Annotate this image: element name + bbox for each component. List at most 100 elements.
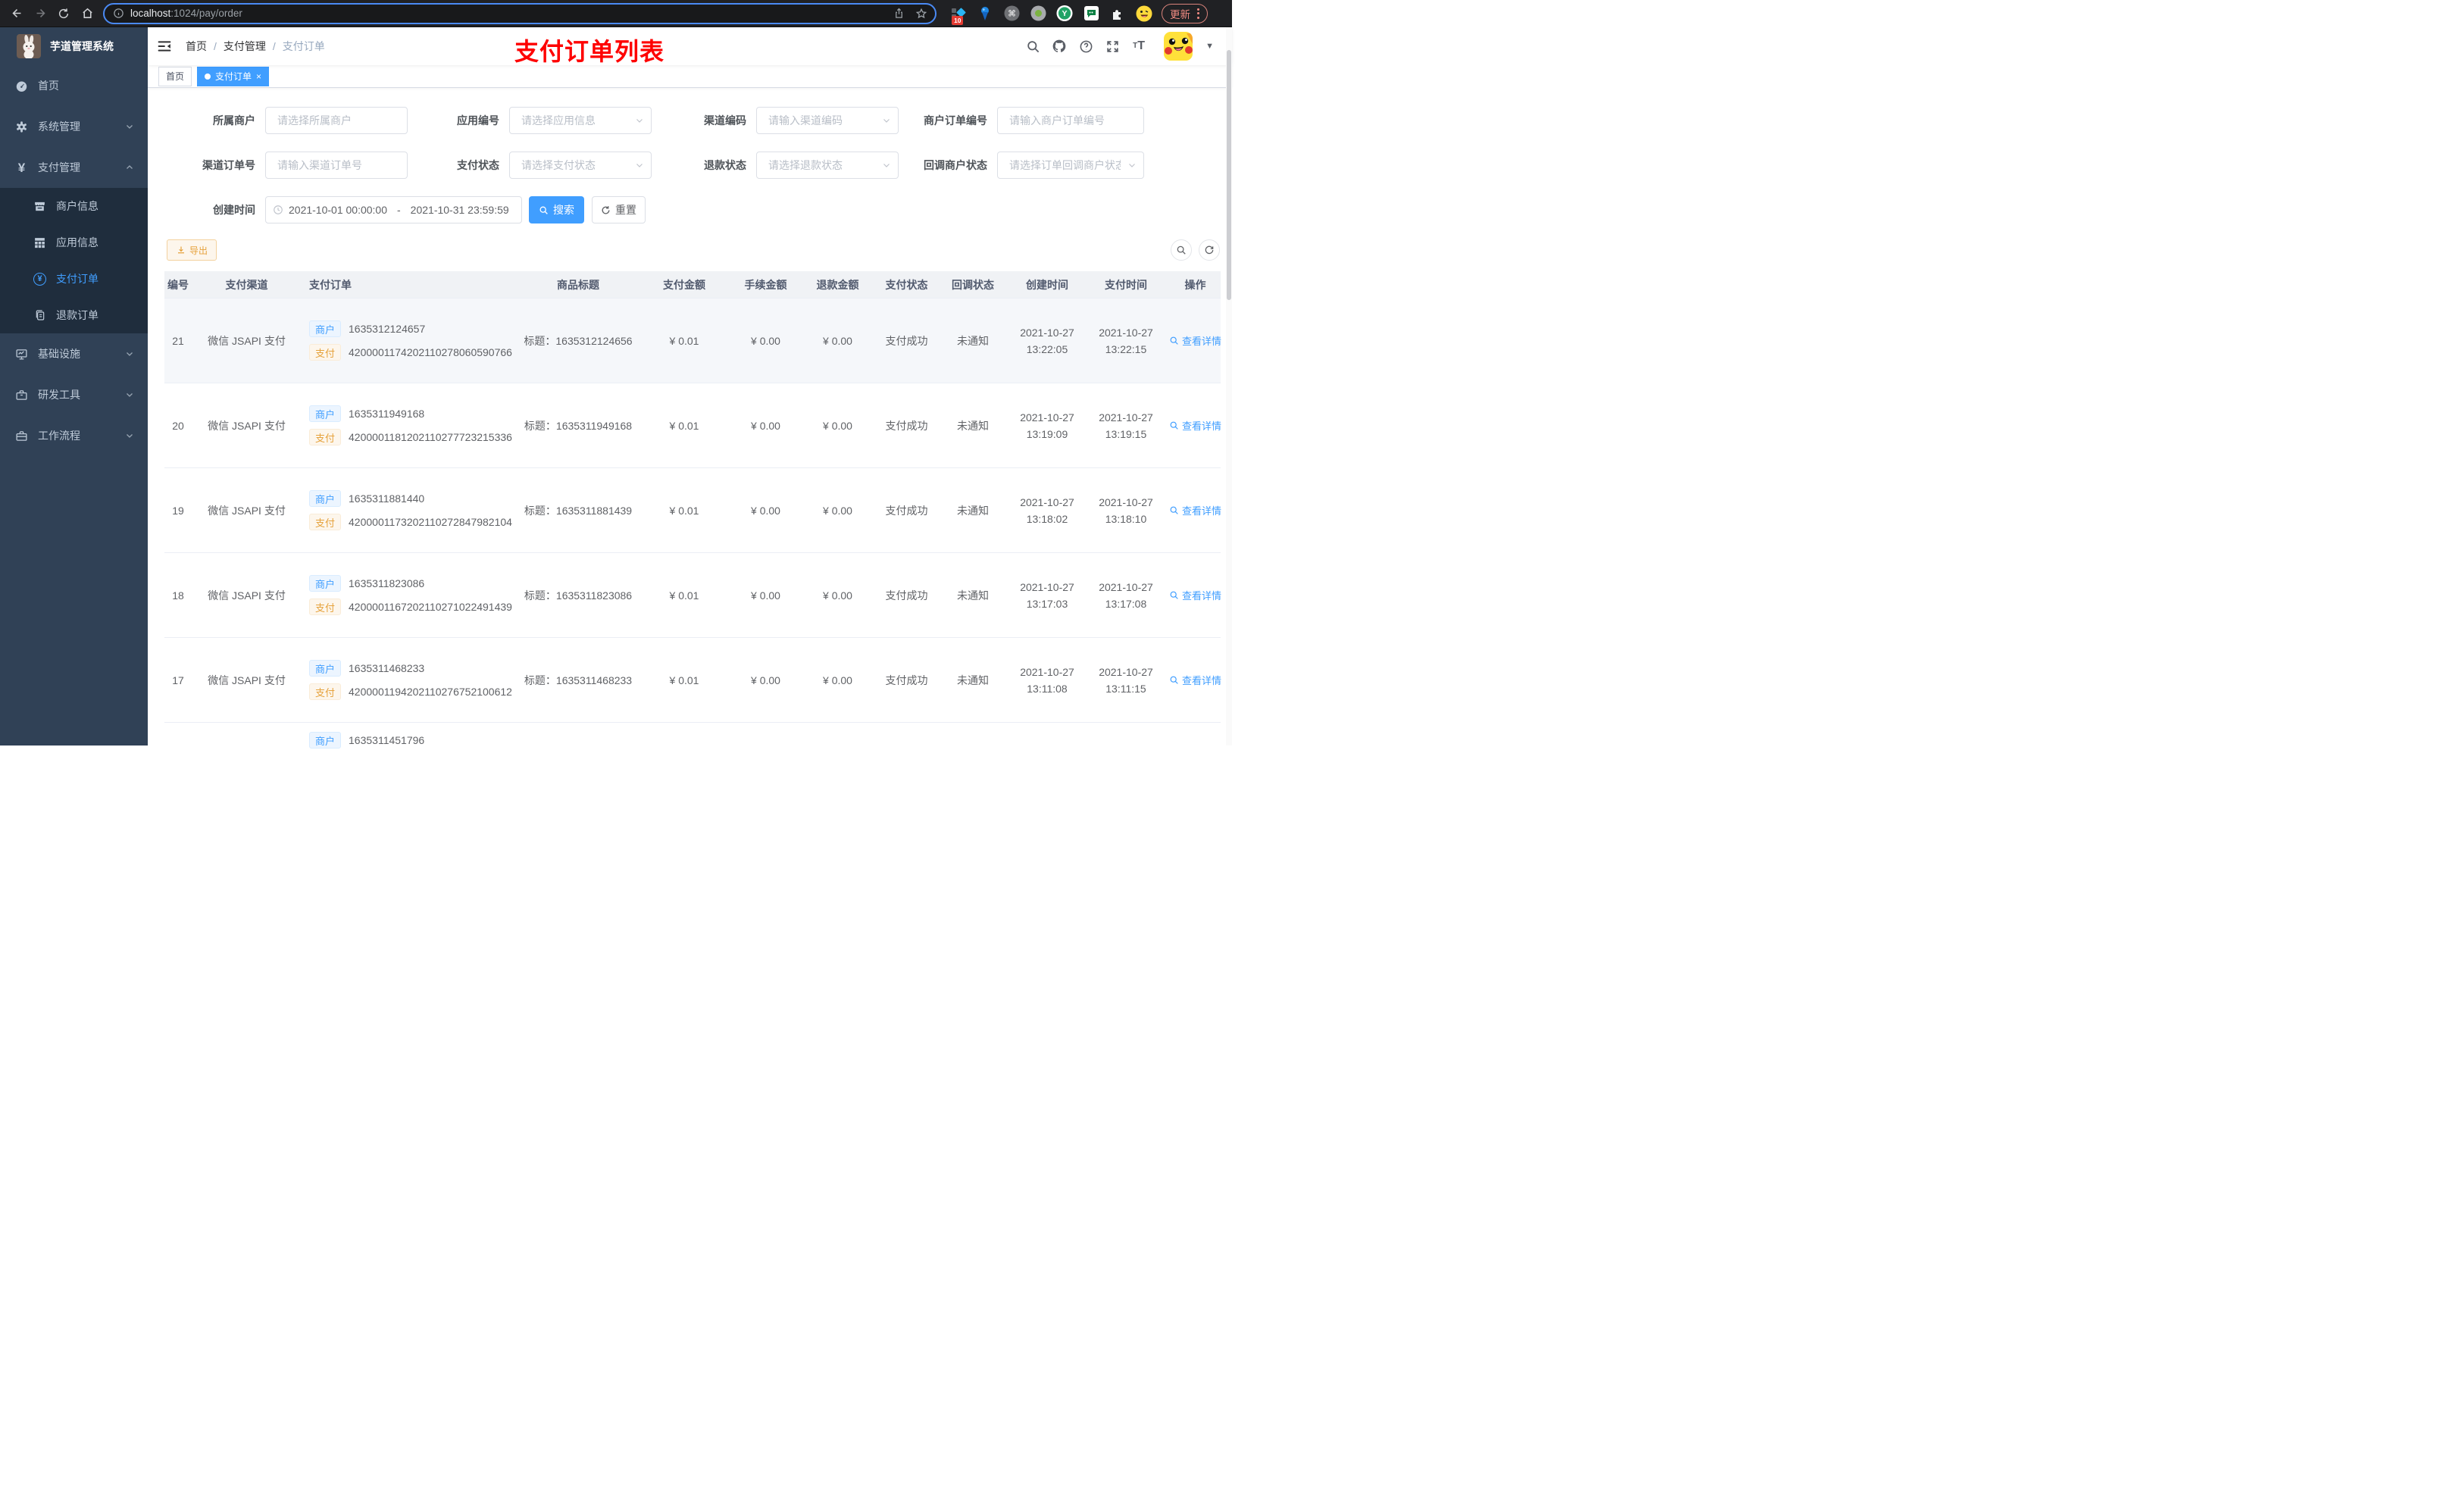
extensions-area: 10 ⌘ Y xyxy=(950,5,1152,25)
cell-status: 支付成功 xyxy=(885,334,928,347)
breadcrumb-home[interactable]: 首页 xyxy=(186,39,207,54)
url-bar[interactable]: localhost:1024/pay/order xyxy=(103,2,937,24)
sidebar-toggle-icon[interactable] xyxy=(157,39,172,54)
range-end-value: 2021-10-31 23:59:59 xyxy=(410,204,509,216)
sidebar-item-dev-tools[interactable]: 研发工具 xyxy=(0,374,148,415)
export-button[interactable]: 导出 xyxy=(167,239,217,261)
sidebar-item-workflow[interactable]: 工作流程 xyxy=(0,415,148,456)
help-icon[interactable] xyxy=(1078,39,1093,54)
cell-created: 2021-10-27 13:18:02 xyxy=(1020,495,1074,525)
extension-chat-icon[interactable] xyxy=(1083,5,1099,22)
pay-tag: 支付 xyxy=(309,599,342,615)
channel-order-no-label: 渠道订单号 xyxy=(202,159,255,171)
view-detail-link[interactable]: 查看详情 xyxy=(1169,333,1221,348)
view-detail-link[interactable]: 查看详情 xyxy=(1169,503,1221,517)
cell-channel: 微信 JSAPI 支付 xyxy=(208,504,286,517)
col-refund: 退款金额 xyxy=(816,278,859,291)
view-detail-link[interactable]: 查看详情 xyxy=(1169,418,1221,433)
tabs-bar: 首页 支付订单 × xyxy=(148,65,1232,88)
cell-created: 2021-10-27 13:22:05 xyxy=(1020,326,1074,355)
col-fee: 手续金额 xyxy=(744,278,787,291)
scrollbar-thumb[interactable] xyxy=(1227,50,1231,300)
cell-title: 标题：1635312124656 xyxy=(524,334,633,347)
update-button[interactable]: 更新 xyxy=(1162,3,1208,23)
sidebar-item-label: 应用信息 xyxy=(56,236,98,248)
caret-down-icon[interactable]: ▼ xyxy=(1205,42,1214,51)
sidebar-item-pay-order[interactable]: ¥ 支付订单 xyxy=(0,261,148,297)
extension-puzzle-icon[interactable] xyxy=(1109,5,1126,22)
reload-icon[interactable] xyxy=(57,7,70,20)
extension-y-icon[interactable]: Y xyxy=(1056,5,1073,22)
sidebar-item-app-info[interactable]: 应用信息 xyxy=(0,224,148,261)
app-logo-row[interactable]: 芋道管理系统 xyxy=(0,27,148,65)
github-icon[interactable] xyxy=(1052,39,1067,54)
bookmark-star-icon[interactable] xyxy=(915,8,927,20)
font-size-icon[interactable]: TT xyxy=(1131,39,1146,54)
cell-title: 标题：1635311468233 xyxy=(524,674,633,686)
merchant-tag: 商户 xyxy=(309,732,342,749)
channel-order-no-input[interactable] xyxy=(265,152,408,179)
tab-pay-order[interactable]: 支付订单 × xyxy=(197,66,270,86)
close-icon[interactable]: × xyxy=(256,72,261,81)
search-button[interactable]: 搜索 xyxy=(529,196,584,223)
merchant-order-no-field xyxy=(997,107,1144,134)
sidebar-item-system[interactable]: 系统管理 xyxy=(0,106,148,147)
gear-icon xyxy=(15,120,28,133)
refund-status-input[interactable] xyxy=(756,152,899,179)
channel-code-input[interactable] xyxy=(756,107,899,134)
cell-refund: ¥ 0.00 xyxy=(823,674,852,686)
extension-balloon-icon[interactable] xyxy=(977,5,993,22)
home-icon[interactable] xyxy=(80,7,94,20)
merchant-input[interactable] xyxy=(265,107,408,134)
sidebar-item-infra[interactable]: 基础设施 xyxy=(0,333,148,374)
extension-emoji-icon[interactable] xyxy=(1136,5,1152,22)
view-detail-link[interactable]: 查看详情 xyxy=(1169,588,1221,602)
cell-id: 18 xyxy=(172,589,184,602)
breadcrumb-payment[interactable]: 支付管理 xyxy=(224,39,266,54)
fullscreen-icon[interactable] xyxy=(1105,39,1120,54)
app-select-input[interactable] xyxy=(509,107,652,134)
create-time-label: 创建时间 xyxy=(213,204,255,216)
extension-blue-diamond-icon[interactable]: 10 xyxy=(950,5,967,25)
toggle-search-button[interactable] xyxy=(1171,239,1192,261)
cell-status: 支付成功 xyxy=(885,589,928,602)
cell-fee: ¥ 0.00 xyxy=(751,419,780,432)
refund-status-label: 退款状态 xyxy=(704,159,746,171)
user-avatar[interactable] xyxy=(1164,32,1193,61)
col-pay-order: 支付订单 xyxy=(309,278,352,291)
pay-order-no: 4200001194202110276752100612 xyxy=(349,686,512,698)
sidebar-item-merchant-info[interactable]: 商户信息 xyxy=(0,188,148,224)
tab-home[interactable]: 首页 xyxy=(158,66,192,86)
pay-tag: 支付 xyxy=(309,429,342,445)
browser-menu-icon[interactable] xyxy=(1197,8,1199,19)
share-icon[interactable] xyxy=(893,8,905,20)
sidebar-item-payment[interactable]: ¥ 支付管理 xyxy=(0,147,148,188)
table-row: 20 微信 JSAPI 支付 商户 1635311949168 支付 4200001… xyxy=(164,383,1221,468)
search-icon xyxy=(539,205,549,215)
pay-tag: 支付 xyxy=(309,683,342,700)
tab-label: 支付订单 xyxy=(215,71,252,82)
refresh-table-button[interactable] xyxy=(1199,239,1220,261)
pay-status-input[interactable] xyxy=(509,152,652,179)
site-info-icon[interactable] xyxy=(112,8,124,20)
cell-title: 标题：1635311823086 xyxy=(524,589,633,602)
create-time-range-picker[interactable]: 2021-10-01 00:00:00 - 2021-10-31 23:59:5… xyxy=(265,196,522,223)
merchant-order-no-input[interactable] xyxy=(997,107,1144,134)
cell-id: 17 xyxy=(172,674,184,686)
breadcrumb-separator: / xyxy=(272,40,276,52)
merchant-tag: 商户 xyxy=(309,405,342,422)
extension-green-dot-icon[interactable] xyxy=(1030,5,1046,22)
search-icon[interactable] xyxy=(1025,39,1040,54)
export-button-label: 导出 xyxy=(189,245,208,256)
channel-order-no-field xyxy=(265,152,408,179)
extension-command-icon[interactable]: ⌘ xyxy=(1003,5,1020,22)
cell-refund: ¥ 0.00 xyxy=(823,419,852,432)
notify-status-input[interactable] xyxy=(997,152,1144,179)
forward-icon[interactable] xyxy=(33,7,47,20)
back-icon[interactable] xyxy=(10,7,23,20)
page-scrollbar[interactable] xyxy=(1226,27,1232,746)
reset-button[interactable]: 重置 xyxy=(592,196,646,223)
sidebar-item-home[interactable]: 首页 xyxy=(0,65,148,106)
sidebar-item-refund-order[interactable]: 退款订单 xyxy=(0,297,148,333)
view-detail-link[interactable]: 查看详情 xyxy=(1169,673,1221,687)
